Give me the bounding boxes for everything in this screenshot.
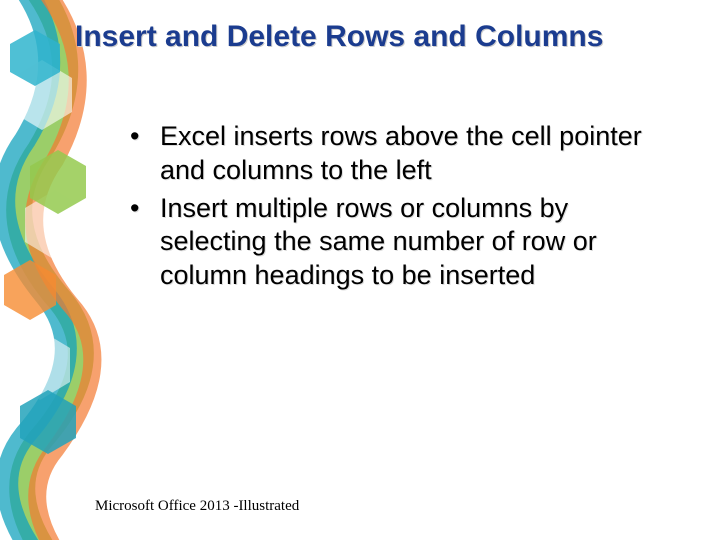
slide-body: Excel inserts rows above the cell pointe… <box>120 120 680 297</box>
decorative-sidebar-art <box>0 0 110 540</box>
bullet-item: Excel inserts rows above the cell pointe… <box>120 120 680 188</box>
footer-text: Microsoft Office 2013 -Illustrated <box>95 498 299 515</box>
slide-title: Insert and Delete Rows and Columns <box>75 20 603 54</box>
bullet-item: Insert multiple rows or columns by selec… <box>120 192 680 293</box>
